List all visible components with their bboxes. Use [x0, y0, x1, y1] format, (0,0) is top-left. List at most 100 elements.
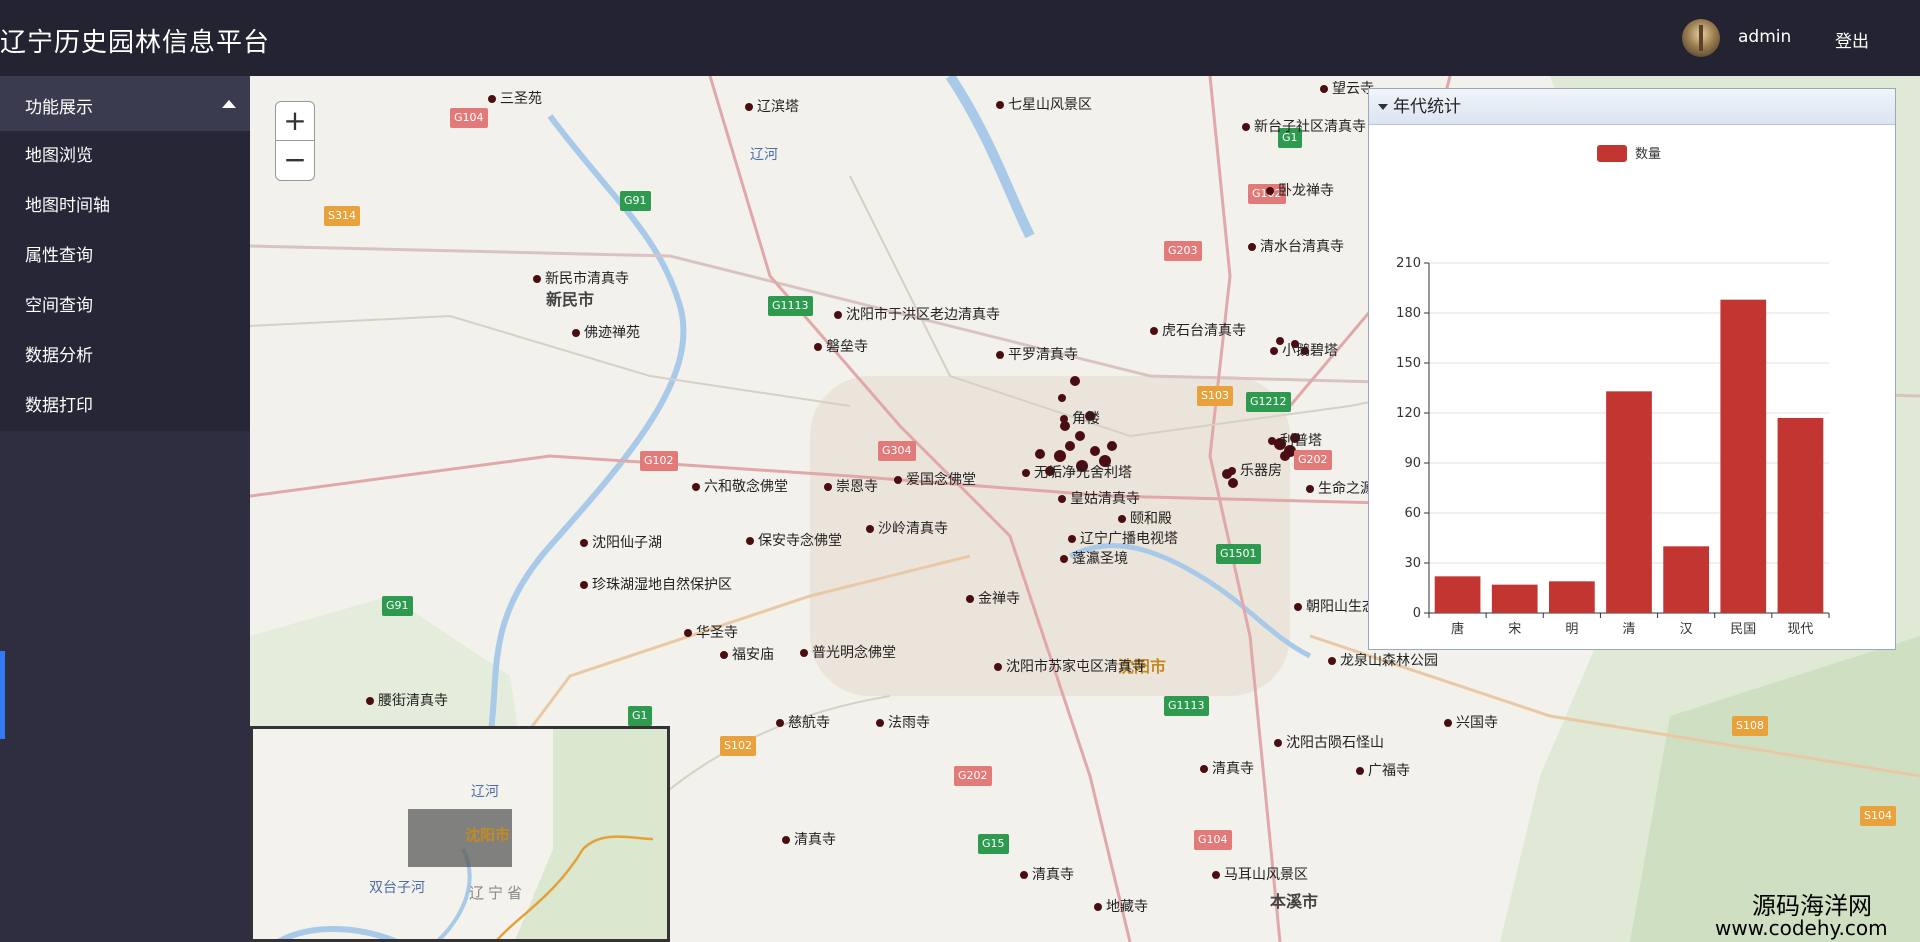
poi-label: 清真寺 — [794, 832, 836, 848]
sidebar-item-data-analysis[interactable]: 数据分析 — [0, 331, 250, 381]
bar — [1663, 546, 1709, 613]
poi-marker[interactable]: 崇恩寺 — [824, 476, 878, 496]
poi-marker[interactable]: 爱国念佛堂 — [894, 469, 976, 489]
bar — [1720, 299, 1767, 613]
marker-dot — [776, 719, 784, 727]
poi-marker[interactable]: 兴国寺 — [1444, 712, 1498, 732]
sidebar-item-attribute-query[interactable]: 属性查询 — [0, 231, 250, 281]
poi-marker[interactable]: 华圣寺 — [684, 622, 738, 642]
poi-marker[interactable]: 辽宁广播电视塔 — [1068, 528, 1178, 548]
poi-marker[interactable]: 蓬瀛圣境 — [1060, 548, 1128, 568]
x-tick-label: 汉 — [1680, 622, 1693, 637]
poi-label: 小鹅碧塔 — [1282, 343, 1338, 359]
x-tick-label: 民国 — [1730, 622, 1756, 637]
poi-marker[interactable]: 新民市清真寺 — [533, 268, 629, 288]
avatar[interactable] — [1682, 19, 1720, 57]
poi-marker[interactable]: 利普塔 — [1268, 430, 1322, 450]
poi-marker[interactable]: 清水台清真寺 — [1248, 236, 1344, 256]
poi-marker[interactable]: 佛迹禅苑 — [572, 322, 640, 342]
sidebar-group-label: 功能展示 — [25, 98, 93, 118]
zoom-in-button[interactable]: + — [276, 102, 314, 141]
poi-marker[interactable]: 龙泉山森林公园 — [1328, 650, 1438, 670]
poi-marker[interactable]: 颐和殿 — [1118, 508, 1172, 528]
marker-dot — [994, 663, 1002, 671]
poi-marker[interactable]: 生命之源 — [1306, 478, 1374, 498]
poi-marker[interactable]: 望云寺 — [1320, 78, 1374, 98]
poi-marker[interactable]: 七星山风景区 — [996, 94, 1092, 114]
poi-marker[interactable]: 六和敬念佛堂 — [692, 476, 788, 496]
poi-marker[interactable]: 金禅寺 — [966, 588, 1020, 608]
poi-marker[interactable]: 普光明念佛堂 — [800, 642, 896, 662]
poi-label: 保安寺念佛堂 — [758, 533, 842, 549]
poi-marker[interactable]: 无垢净光舍利塔 — [1022, 462, 1132, 482]
poi-marker[interactable]: 马耳山风景区 — [1212, 864, 1308, 884]
watermark-line2: www.codehy.com — [1715, 916, 1888, 940]
marker-dot — [1228, 467, 1236, 475]
poi-marker[interactable]: 福安庙 — [720, 644, 774, 664]
poi-marker[interactable]: 小鹅碧塔 — [1270, 340, 1338, 360]
marker-dot — [834, 311, 842, 319]
poi-marker[interactable]: 新台子社区清真寺 — [1242, 116, 1366, 136]
marker-dot — [1242, 123, 1250, 131]
marker-dot — [580, 581, 588, 589]
logout-button[interactable]: 登出 — [1835, 27, 1869, 52]
poi-label: 法雨寺 — [888, 715, 930, 731]
poi-label: 乐器房 — [1240, 463, 1282, 479]
road-shield: S108 — [1732, 716, 1768, 736]
marker-dot — [1060, 415, 1068, 423]
poi-marker[interactable]: 辽滨塔 — [745, 96, 799, 116]
scroll-indicator — [0, 651, 5, 739]
caret-up-icon — [222, 100, 236, 108]
sidebar-item-map-timeline[interactable]: 地图时间轴 — [0, 181, 250, 231]
poi-marker[interactable]: 地藏寺 — [1094, 896, 1148, 916]
poi-marker[interactable]: 平罗清真寺 — [996, 344, 1078, 364]
poi-marker[interactable]: 卧龙禅寺 — [1266, 180, 1334, 200]
y-tick-label: 180 — [1396, 306, 1421, 321]
poi-label: 新台子社区清真寺 — [1254, 119, 1366, 135]
marker-dot — [814, 343, 822, 351]
poi-marker[interactable]: 珍珠湖湿地自然保护区 — [580, 574, 732, 594]
road-shield: G1113 — [768, 296, 813, 316]
marker-dot — [1020, 871, 1028, 879]
poi-label: 三圣苑 — [500, 91, 542, 107]
poi-marker[interactable]: 沙岭清真寺 — [866, 518, 948, 538]
sidebar-item-data-print[interactable]: 数据打印 — [0, 381, 250, 431]
marker-dot — [1268, 437, 1276, 445]
road-shield: G104 — [450, 108, 488, 128]
poi-label: 金禅寺 — [978, 591, 1020, 607]
road-shield: G91 — [382, 596, 413, 616]
poi-label: 珍珠湖湿地自然保护区 — [592, 577, 732, 593]
marker-dot — [996, 101, 1004, 109]
road-shield: G1 — [628, 706, 652, 726]
poi-marker[interactable]: 广福寺 — [1356, 760, 1410, 780]
poi-marker[interactable]: 清真寺 — [782, 829, 836, 849]
poi-marker[interactable]: 腰街清真寺 — [366, 690, 448, 710]
poi-marker[interactable]: 保安寺念佛堂 — [746, 530, 842, 550]
poi-marker[interactable]: 皇姑清真寺 — [1058, 488, 1140, 508]
poi-marker[interactable]: 清真寺 — [1020, 864, 1074, 884]
poi-label: 龙泉山森林公园 — [1340, 653, 1438, 669]
x-tick-label: 清 — [1622, 622, 1635, 637]
road-shield: G102 — [640, 451, 678, 471]
panel-title[interactable]: 年代统计 — [1369, 89, 1895, 125]
poi-marker[interactable]: 乐器房 — [1228, 460, 1282, 480]
poi-marker[interactable]: 法雨寺 — [876, 712, 930, 732]
poi-marker[interactable]: 沈阳古陨石怪山 — [1274, 732, 1384, 752]
overview-map[interactable]: 辽河 沈阳市 双台子河 辽宁省 — [250, 726, 670, 942]
sidebar-item-map-browse[interactable]: 地图浏览 — [0, 131, 250, 181]
sidebar-item-spatial-query[interactable]: 空间查询 — [0, 281, 250, 331]
poi-marker[interactable]: 虎石台清真寺 — [1150, 320, 1246, 340]
poi-marker[interactable]: 沈阳仙子湖 — [580, 532, 662, 552]
poi-marker[interactable]: 角楼 — [1060, 408, 1100, 428]
zoom-out-button[interactable]: − — [276, 141, 314, 180]
x-tick-label: 现代 — [1787, 622, 1813, 637]
poi-marker[interactable]: 清真寺 — [1200, 758, 1254, 778]
poi-marker[interactable]: 慈航寺 — [776, 712, 830, 732]
marker-dot — [692, 483, 700, 491]
poi-marker[interactable]: 沈阳市于洪区老边清真寺 — [834, 304, 1000, 324]
poi-label: 颐和殿 — [1130, 511, 1172, 527]
sidebar-group-feature[interactable]: 功能展示 — [0, 76, 250, 131]
poi-marker[interactable]: 沈阳市苏家屯区清真寺 — [994, 656, 1146, 676]
poi-marker[interactable]: 磐垒寺 — [814, 336, 868, 356]
poi-marker[interactable]: 三圣苑 — [488, 88, 542, 108]
